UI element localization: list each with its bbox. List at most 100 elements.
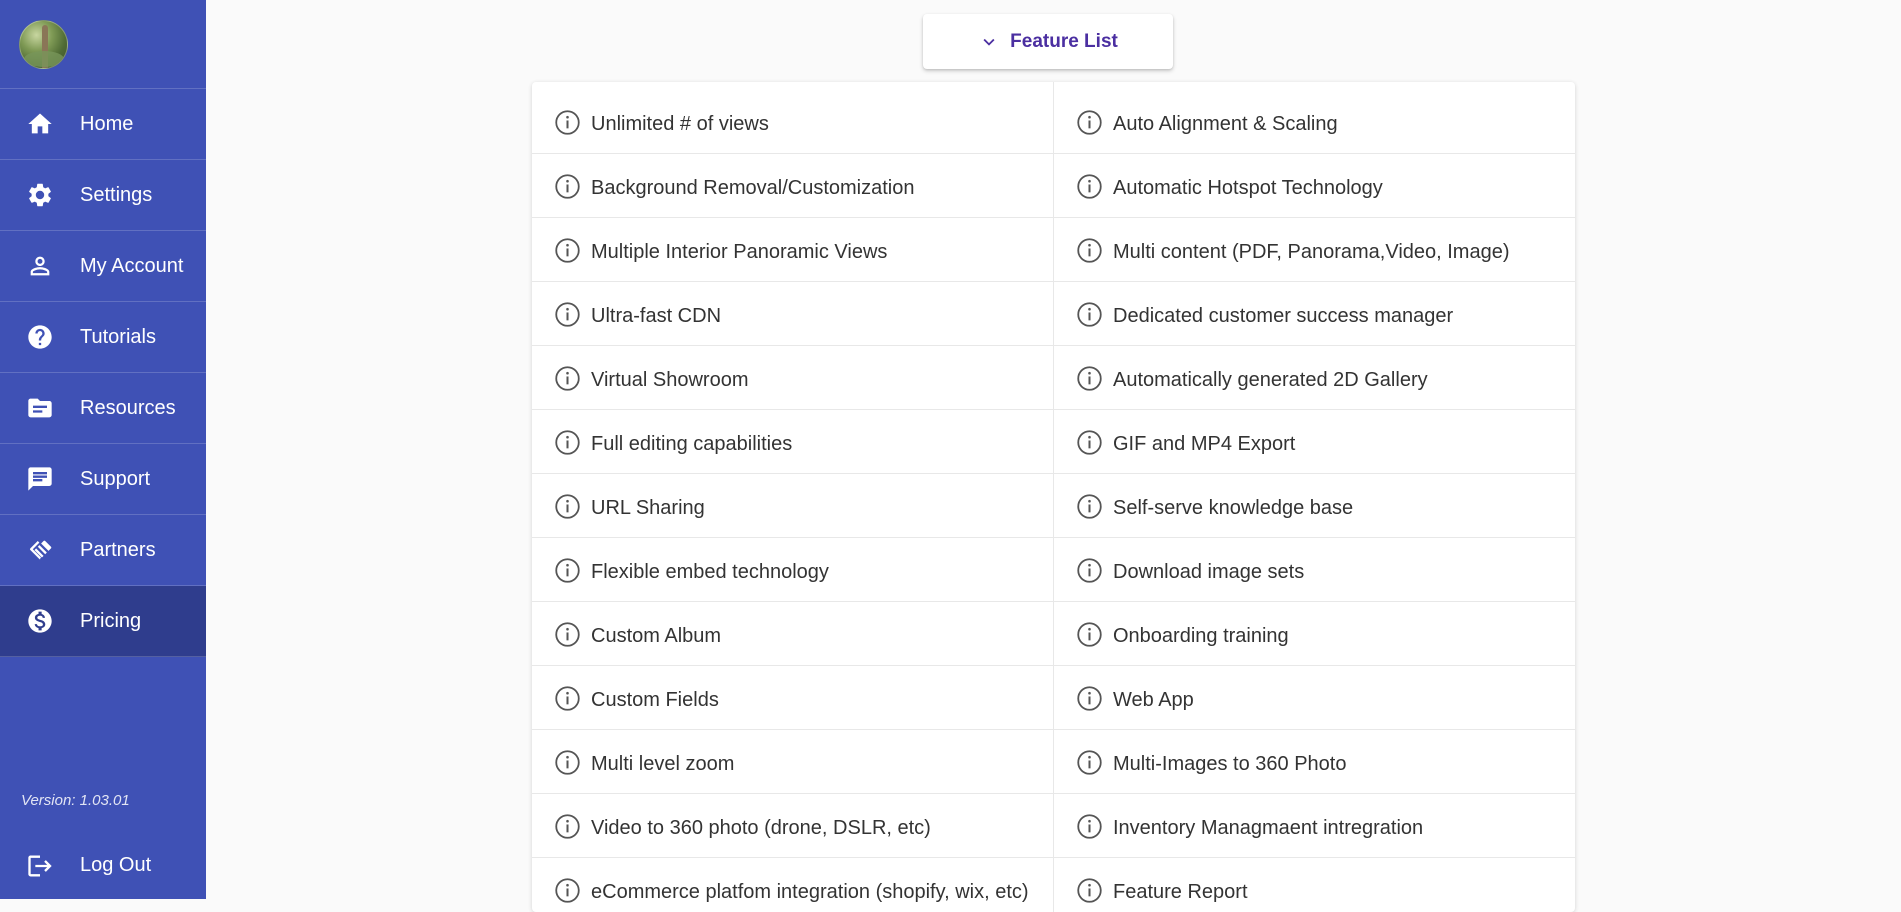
info-icon[interactable] [1076, 109, 1103, 136]
sidebar-header [0, 0, 206, 89]
home-icon [25, 109, 55, 139]
info-icon[interactable] [1076, 621, 1103, 648]
sidebar-item-pricing[interactable]: Pricing [0, 586, 206, 657]
feature-label: Multi-Images to 360 Photo [1113, 753, 1347, 775]
feature-label: Multi level zoom [591, 753, 735, 775]
info-icon[interactable] [1076, 557, 1103, 584]
feature-item: Custom Fields [532, 666, 1054, 730]
feature-item: GIF and MP4 Export [1054, 410, 1575, 474]
info-icon[interactable] [554, 877, 581, 904]
gear-icon [25, 180, 55, 210]
sidebar-item-home[interactable]: Home [0, 89, 206, 160]
person-icon [25, 251, 55, 281]
feature-label: Inventory Managmaent intregration [1113, 817, 1424, 839]
feature-item: Auto Alignment & Scaling [1054, 82, 1575, 154]
feature-label: Automatically generated 2D Gallery [1113, 369, 1428, 391]
sidebar-item-partners[interactable]: Partners [0, 515, 206, 586]
sidebar-item-label: Settings [80, 183, 153, 206]
logout-icon [25, 851, 55, 881]
info-icon[interactable] [554, 365, 581, 392]
feature-label: Auto Alignment & Scaling [1113, 113, 1338, 135]
info-icon[interactable] [1076, 813, 1103, 840]
info-icon[interactable] [554, 685, 581, 712]
feature-label: Dedicated customer success manager [1113, 305, 1454, 327]
info-icon[interactable] [554, 109, 581, 136]
info-icon[interactable] [554, 813, 581, 840]
info-icon[interactable] [554, 429, 581, 456]
info-icon[interactable] [554, 237, 581, 264]
info-icon[interactable] [554, 557, 581, 584]
feature-item: Flexible embed technology [532, 538, 1054, 602]
help-icon [25, 322, 55, 352]
dollar-icon [25, 606, 55, 636]
info-icon[interactable] [554, 301, 581, 328]
feature-item: Custom Album [532, 602, 1054, 666]
sidebar-item-resources[interactable]: Resources [0, 373, 206, 444]
folder-icon [25, 393, 55, 423]
feature-item: eCommerce platfom integration (shopify, … [532, 858, 1054, 912]
sidebar-item-support[interactable]: Support [0, 444, 206, 515]
feature-item: Dedicated customer success manager [1054, 282, 1575, 346]
info-icon[interactable] [1076, 173, 1103, 200]
logout-label: Log Out [80, 854, 152, 876]
feature-label: Custom Fields [591, 689, 719, 711]
info-icon[interactable] [554, 493, 581, 520]
version-label: Version: 1.03.01 [21, 792, 130, 809]
sidebar-item-settings[interactable]: Settings [0, 160, 206, 231]
feature-item: Multi-Images to 360 Photo [1054, 730, 1575, 794]
feature-label: Background Removal/Customization [591, 177, 915, 199]
sidebar-item-my-account[interactable]: My Account [0, 231, 206, 302]
info-icon[interactable] [1076, 877, 1103, 904]
info-icon[interactable] [1076, 749, 1103, 776]
info-icon[interactable] [1076, 685, 1103, 712]
feature-label: eCommerce platfom integration (shopify, … [591, 881, 1029, 903]
feature-item: URL Sharing [532, 474, 1054, 538]
chat-icon [25, 464, 55, 494]
logout-button[interactable]: Log Out [0, 832, 206, 899]
feature-label: Video to 360 photo (drone, DSLR, etc) [591, 817, 931, 839]
info-icon[interactable] [1076, 237, 1103, 264]
sidebar-item-label: Resources [80, 396, 176, 419]
feature-item: Ultra-fast CDN [532, 282, 1054, 346]
feature-label: Virtual Showroom [591, 369, 749, 391]
avatar[interactable] [19, 19, 68, 69]
sidebar-item-label: Pricing [80, 609, 142, 632]
feature-label: Unlimited # of views [591, 113, 769, 135]
feature-item: Onboarding training [1054, 602, 1575, 666]
feature-grid: Unlimited # of views Auto Alignment & Sca… [532, 82, 1575, 912]
feature-label: GIF and MP4 Export [1113, 433, 1296, 455]
info-icon[interactable] [1076, 301, 1103, 328]
feature-label: Full editing capabilities [591, 433, 793, 455]
info-icon[interactable] [1076, 493, 1103, 520]
info-icon[interactable] [1076, 429, 1103, 456]
feature-item: Multi level zoom [532, 730, 1054, 794]
sidebar-item-tutorials[interactable]: Tutorials [0, 302, 206, 373]
feature-item: Video to 360 photo (drone, DSLR, etc) [532, 794, 1054, 858]
info-icon[interactable] [554, 173, 581, 200]
feature-list-toggle[interactable]: Feature List [923, 14, 1173, 69]
feature-label: Multi content (PDF, Panorama,Video, Imag… [1113, 241, 1510, 263]
feature-item: Automatically generated 2D Gallery [1054, 346, 1575, 410]
sidebar: Home Settings My Account Tutorials Resou… [0, 0, 206, 899]
feature-label: Feature Report [1113, 881, 1248, 903]
feature-label: Flexible embed technology [591, 561, 829, 583]
feature-item: Download image sets [1054, 538, 1575, 602]
feature-item: Inventory Managmaent intregration [1054, 794, 1575, 858]
feature-item: Background Removal/Customization [532, 154, 1054, 218]
feature-label: Self-serve knowledge base [1113, 497, 1354, 519]
feature-item: Multi content (PDF, Panorama,Video, Imag… [1054, 218, 1575, 282]
sidebar-item-label: Tutorials [80, 325, 156, 348]
info-icon[interactable] [1076, 365, 1103, 392]
info-icon[interactable] [554, 749, 581, 776]
sidebar-item-label: Home [80, 112, 134, 135]
chevron-down-icon [983, 38, 995, 46]
feature-label: Web App [1113, 689, 1194, 711]
feature-label: Onboarding training [1113, 625, 1289, 647]
feature-label: Automatic Hotspot Technology [1113, 177, 1383, 199]
info-icon[interactable] [554, 621, 581, 648]
feature-item: Web App [1054, 666, 1575, 730]
sidebar-item-label: Partners [80, 538, 156, 561]
handshake-icon [25, 535, 55, 565]
feature-list-card: Unlimited # of views Auto Alignment & Sca… [532, 82, 1575, 912]
feature-item: Self-serve knowledge base [1054, 474, 1575, 538]
